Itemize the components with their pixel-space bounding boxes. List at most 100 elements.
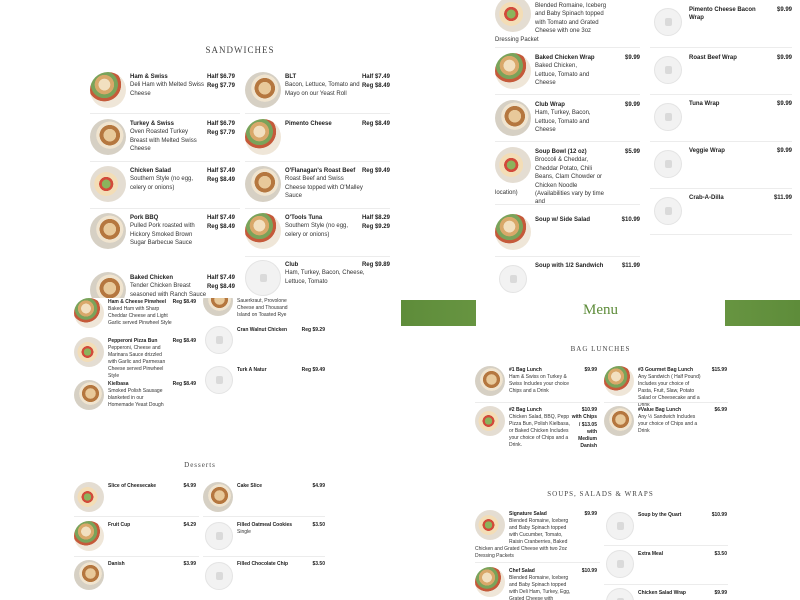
ham-swiss-thumb [90,72,126,108]
divider [245,113,390,114]
menu-item[interactable]: O'Tools Tuna Southern Style (no egg, cele… [285,214,363,239]
danish-thumb [74,560,104,590]
image-placeholder-icon [654,103,682,131]
menu-item[interactable]: Ham & Cheese Pinwheel Baked Ham with Shar… [108,299,172,327]
chef-salad-thumb [475,567,505,597]
price: $5.99 [624,149,640,155]
price: Half $6.79 Reg $7.79 [206,74,235,89]
menu-item[interactable]: Club Wrap Ham, Turkey, Bacon, Lettuce, To… [535,101,605,135]
divider [90,161,240,162]
menu-item[interactable]: #2 Bag Lunch Chicken Salad, BBQ, Pepp Piz… [509,407,571,449]
divider [604,584,728,585]
price: Reg $8.49 [172,299,196,305]
image-placeholder-icon [499,265,527,293]
image-placeholder-icon [205,522,233,550]
menu-item[interactable]: Extra Meal [638,551,698,558]
menu-item[interactable]: Club Ham, Turkey, Bacon, Cheese, Lettuce,… [285,261,365,286]
pimento-cheese-thumb [245,119,281,155]
menu-item[interactable]: Filled Chocolate Chip [237,561,307,568]
soup-bowl-thumb [495,147,531,183]
menu-item[interactable]: Kielbasa Smoked Polish Sausage blanketed … [108,381,170,409]
menu-item[interactable]: BLT Bacon, Lettuce, Tomato and Mayo on ou… [285,73,363,98]
menu-item[interactable]: Roast Beef Wrap [689,54,769,62]
salad-description: Blended Romaine, Iceberg and Baby Spinac… [535,3,607,35]
menu-item[interactable]: Crab-A-Dilla [689,194,769,202]
menu-item[interactable]: Signature Salad Blended Romaine, Iceberg … [509,511,571,546]
menu-item[interactable]: Ham & Swiss Deli Ham with Melted Swiss Ch… [130,73,206,98]
menu-item[interactable]: Chef Salad Blended Romaine, Iceberg and B… [509,568,571,600]
club-wrap-thumb [495,100,531,136]
menu-item[interactable]: Soup Bowl (12 oz) Broccoli & Cheddar, Che… [535,148,609,207]
menu-item[interactable]: Danish [108,561,168,568]
divider [74,516,199,517]
menu-item[interactable]: Turk A Natur [237,367,297,374]
price: $3.50 [312,561,325,567]
image-placeholder-icon [606,588,634,600]
price: Reg $8.49 [172,381,196,387]
divider [203,556,325,557]
menu-item[interactable]: Tuna Wrap [689,100,769,108]
soups-salads-title: SOUPS, SALADS & WRAPS [547,490,654,498]
menu-item[interactable]: Turkey & Swiss Oven Roasted Turkey Breast… [130,120,206,154]
menu-item[interactable]: Pimento Cheese [285,120,363,128]
menu-item[interactable]: Chicken Salad Wrap [638,590,708,597]
price: $9.99 [584,511,597,517]
image-placeholder-icon [606,550,634,578]
menu-item[interactable]: Veggie Wrap [689,147,769,155]
menu-item[interactable]: Soup by the Quart [638,512,708,519]
soups-salads-panel: SOUPS, SALADS & WRAPS Signature Salad Ble… [401,472,800,600]
pinwheel-thumb [74,298,104,328]
price: Half $7.49 Reg $8.49 [361,74,390,89]
bag-lunch-2-thumb [475,406,505,436]
desserts-title: Desserts [184,461,216,469]
menu-item[interactable]: Filled Oatmeal Cookies Single [237,522,307,536]
divider [495,141,640,142]
price: $9.99 [776,7,792,13]
menu-item[interactable]: Pork BBQ Pulled Pork roasted with Hickory… [130,214,208,248]
menu-item[interactable]: Baked Chicken Wrap Baked Chicken, Lettuce… [535,54,597,88]
price: Reg $9.29 [301,327,325,333]
menu-title: Menu [583,302,618,318]
desserts-panel: Desserts Slice of Cheesecake $4.99 Cake … [0,446,400,600]
price: $11.99 [773,195,792,201]
menu-banner: Menu [401,300,800,326]
menu-item[interactable]: #1 Bag Lunch Ham & Swiss on Turkey & Swis… [509,367,571,395]
menu-item[interactable]: O'Flanagan's Roast Beef Roast Beef and Sw… [285,167,365,201]
price: $3.50 [714,551,727,557]
price: Half $6.79 Reg $7.79 [206,121,235,136]
divider [650,47,792,48]
baked-chicken-thumb [90,272,126,298]
price: $10.99 with Chips / $13.05 with Medium D… [571,407,597,450]
price: Half $7.49 Reg $8.49 [206,215,235,230]
soup-desc-cont: location) [495,190,518,196]
sandwiches-continued-panel: Sauerkraut, Provolone Cheese and Thousan… [0,298,400,444]
price: $9.99 [714,590,727,596]
price: $11.99 [621,263,640,269]
divider [650,188,792,189]
menu-item[interactable]: Pepperoni Pizza Bun Pepperoni, Cheese and… [108,338,170,380]
image-placeholder-icon [245,260,281,296]
price: Half $8.29 Reg $9.29 [361,215,390,230]
price: $10.99 [621,217,640,223]
cake-slice-thumb [203,482,233,512]
menu-item[interactable]: #Value Bag Lunch Any ½ Sandwich Includes … [638,407,702,435]
price: $3.99 [183,561,196,567]
fruit-cup-thumb [74,521,104,551]
menu-item[interactable]: Fruit Cup [108,522,168,529]
menu-item[interactable]: Soup with 1/2 Sandwich [535,262,605,270]
price: Half $7.49 Reg $8.49 [206,168,235,183]
menu-item[interactable]: Soup w/ Side Salad [535,216,595,224]
price: Half $7.49 Reg $8.49 [206,275,235,290]
menu-item[interactable]: Chicken Salad Southern Style (no egg, cel… [130,167,206,192]
menu-item[interactable]: Slice of Cheesecake [108,483,178,490]
bag-lunch-3-thumb [604,366,634,396]
pork-bbq-thumb [90,213,126,249]
menu-item[interactable]: Cran Walnut Chicken [237,327,297,334]
menu-item[interactable]: Pimento Cheese Bacon Wrap [689,6,769,23]
menu-item[interactable]: Baked Chicken Tender Chicken Breast seaso… [130,274,208,298]
value-bag-lunch-thumb [604,406,634,436]
menu-item[interactable]: Cake Slice [237,483,297,490]
price: $9.99 [776,101,792,107]
reuben-thumb [203,298,233,316]
wraps-panel: Blended Romaine, Iceberg and Baby Spinac… [482,0,800,298]
